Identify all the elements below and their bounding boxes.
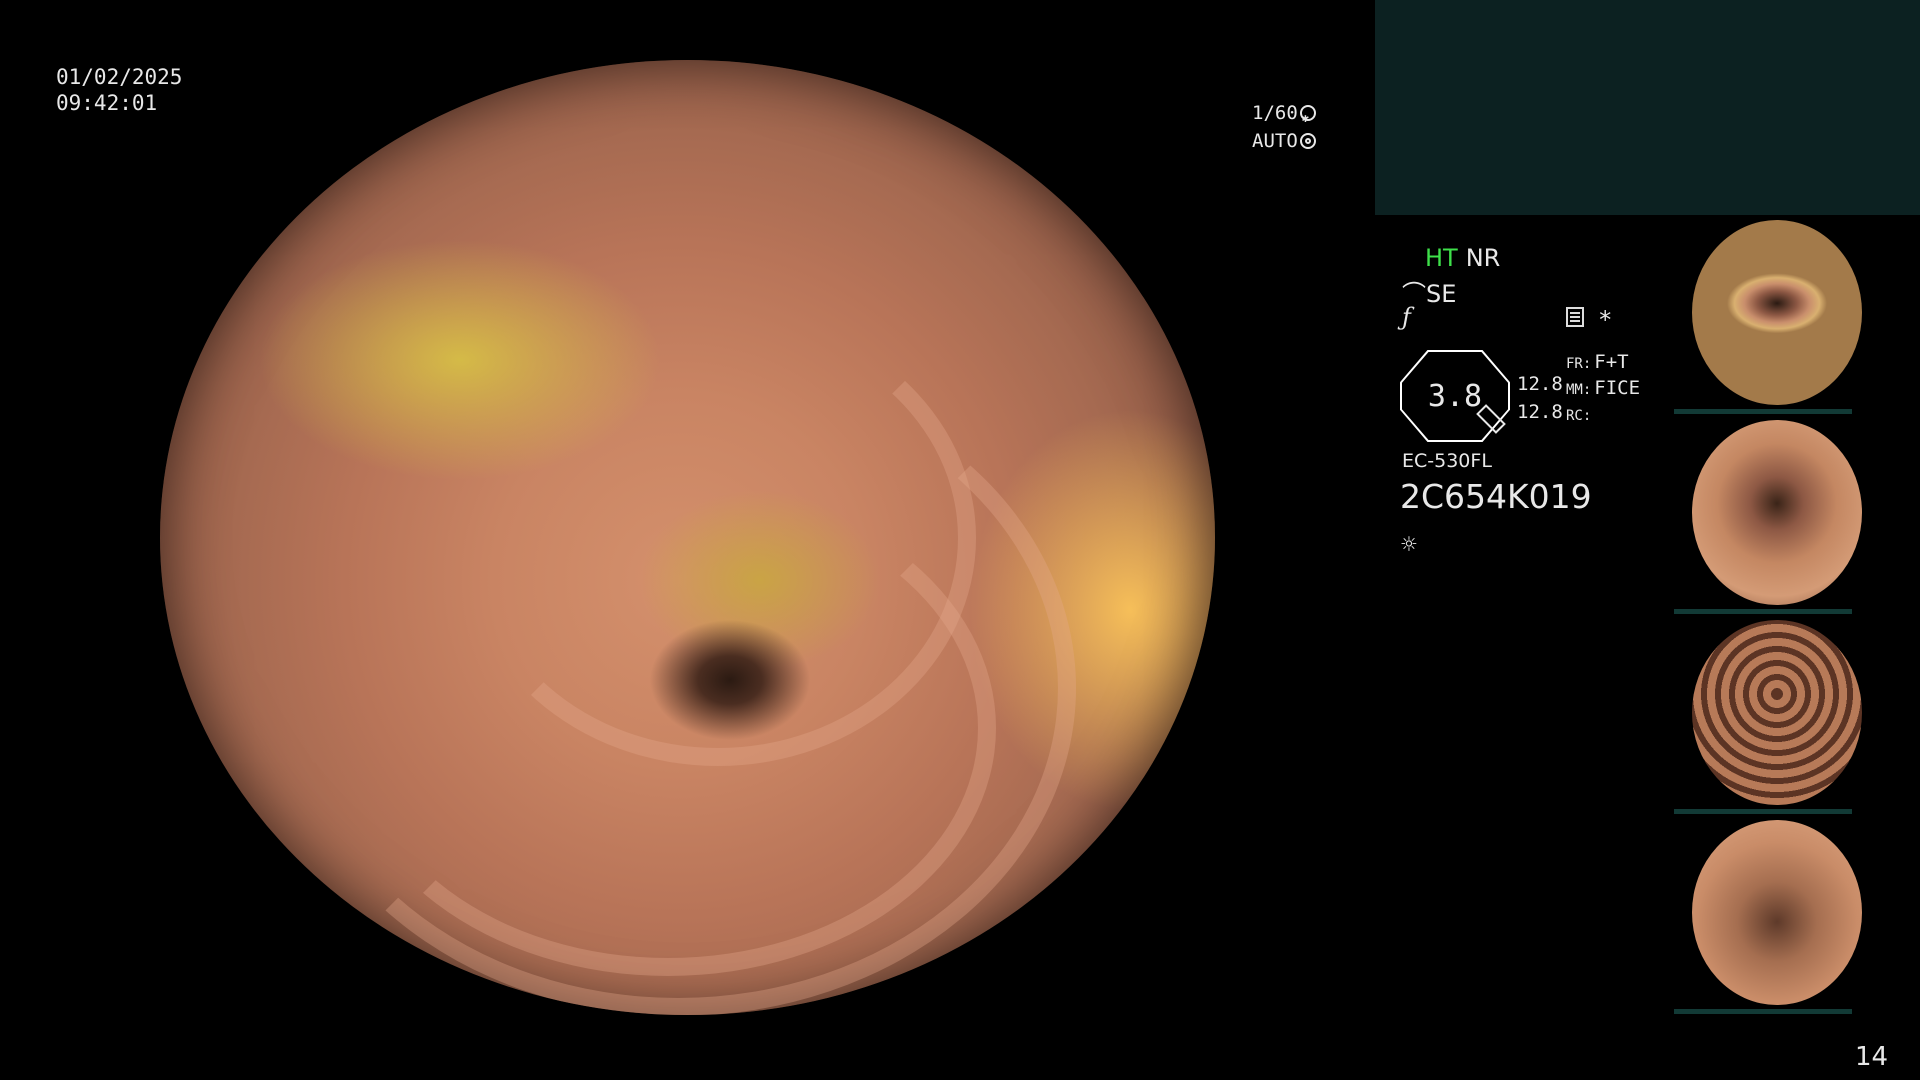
- scope-model: EC-530FL: [1402, 450, 1492, 472]
- thumbnail-bar: [1674, 409, 1852, 414]
- thumbnail-image: [1692, 620, 1862, 805]
- thumbnail-image: [1692, 820, 1862, 1005]
- time-text: 09:42:01: [56, 91, 158, 115]
- shutter-speed: 1/60: [1252, 102, 1298, 124]
- value-2: 12.8: [1517, 401, 1563, 423]
- exposure-info: 1/60 AUTO: [1252, 99, 1316, 155]
- date-text: 01/02/2025: [56, 65, 183, 89]
- thumbnail-image: [1692, 220, 1862, 405]
- thumbnail[interactable]: [1670, 218, 1920, 418]
- mode-indicators: HT NR: [1425, 244, 1500, 272]
- rc-key: RC:: [1566, 408, 1592, 424]
- document-icon: [1566, 307, 1584, 327]
- fr-key: FR:: [1566, 356, 1592, 372]
- value-readouts: 12.8 12.8: [1517, 370, 1563, 426]
- page-number: 14: [1855, 1042, 1889, 1072]
- thumbnail-bar: [1674, 1009, 1852, 1014]
- thumbnail[interactable]: [1670, 618, 1920, 818]
- thumbnail-image: [1692, 420, 1862, 605]
- star-icon: *: [1598, 306, 1613, 334]
- info-panel-header: [1375, 0, 1920, 215]
- mm-value: FICE: [1594, 377, 1641, 399]
- setting-labels: FR: F+T MM: FICE RC:: [1566, 350, 1640, 428]
- mucosal-fold: [460, 310, 976, 766]
- mm-key: MM:: [1566, 382, 1592, 398]
- fr-value: F+T: [1594, 351, 1629, 373]
- endoscope-main-view: [160, 60, 1215, 1015]
- gear-icon: [1299, 133, 1316, 149]
- light-icon: ☼: [1401, 530, 1417, 560]
- value-1: 12.8: [1517, 373, 1563, 395]
- scope-serial: 2C654K019: [1400, 477, 1592, 516]
- shutter-icon: [1299, 104, 1316, 132]
- thumbnail[interactable]: [1670, 818, 1920, 1018]
- nr-indicator: NR: [1465, 244, 1501, 272]
- thumbnail[interactable]: [1670, 418, 1920, 618]
- thumbnail-strip: [1670, 218, 1920, 1018]
- ht-indicator: HT: [1425, 244, 1458, 272]
- exposure-mode: AUTO: [1252, 130, 1298, 152]
- se-label: SE: [1426, 280, 1457, 308]
- thumbnail-bar: [1674, 609, 1852, 614]
- thumbnail-bar: [1674, 809, 1852, 814]
- f-icon: ƒ: [1402, 303, 1411, 331]
- datetime: 01/02/2025 09:42:01: [56, 64, 182, 116]
